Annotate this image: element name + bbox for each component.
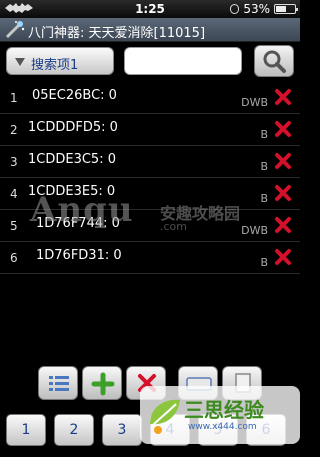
delete-icon[interactable] xyxy=(274,152,292,170)
document-icon xyxy=(235,373,251,393)
row-address-value: 1CDDE3C5: 0 xyxy=(28,152,116,167)
key-4[interactable]: 4 xyxy=(150,414,190,446)
list-icon xyxy=(49,376,69,391)
magic-wand-app-icon xyxy=(5,21,25,39)
row-index: 6 xyxy=(10,251,18,265)
keyboard-button[interactable] xyxy=(178,366,218,400)
row-address-value: 1D76F744: 0 xyxy=(36,216,120,231)
search-button[interactable] xyxy=(254,45,294,77)
row-value-type: B xyxy=(260,192,268,205)
delete-icon[interactable] xyxy=(274,184,292,202)
number-keypad: 1 2 3 4 5 6 xyxy=(0,410,300,457)
row-value-type: B xyxy=(260,128,268,141)
row-value-type: DWB xyxy=(241,224,268,237)
keyboard-icon xyxy=(186,377,212,391)
dropdown-arrow-icon xyxy=(15,58,25,66)
delete-icon[interactable] xyxy=(274,88,292,106)
result-row[interactable]: 1 05EC26BC: 0 DWB xyxy=(0,82,300,114)
row-address-value: 1D76FD31: 0 xyxy=(36,248,122,263)
result-row[interactable]: 5 1D76F744: 0 DWB xyxy=(0,210,300,242)
battery-percent: 53% xyxy=(243,2,270,16)
window-title: 八门神器: 天天爱消除[11015] xyxy=(28,26,206,41)
rotation-lock-icon xyxy=(230,4,240,14)
row-value-type: B xyxy=(260,256,268,269)
result-row[interactable]: 4 1CDDE3E5: 0 B xyxy=(0,178,300,210)
row-value-type: B xyxy=(260,160,268,173)
result-row[interactable]: 2 1CDDDFD5: 0 B xyxy=(0,114,300,146)
search-item-label: 搜索项1 xyxy=(31,58,79,73)
row-address-value: 1CDDE3E5: 0 xyxy=(28,184,116,199)
row-index: 5 xyxy=(10,219,18,233)
row-index: 4 xyxy=(10,187,18,201)
delete-icon[interactable] xyxy=(274,120,292,138)
key-3[interactable]: 3 xyxy=(102,414,142,446)
row-address-value: 05EC26BC: 0 xyxy=(32,88,117,103)
clear-x-icon xyxy=(138,374,156,392)
row-index: 3 xyxy=(10,155,18,169)
key-1[interactable]: 1 xyxy=(6,414,46,446)
add-button[interactable] xyxy=(82,366,122,400)
key-5[interactable]: 5 xyxy=(198,414,238,446)
delete-icon[interactable] xyxy=(274,248,292,266)
clear-button[interactable] xyxy=(126,366,166,400)
key-6[interactable]: 6 xyxy=(246,414,286,446)
delete-icon[interactable] xyxy=(274,216,292,234)
title-bar: 八门神器: 天天爱消除[11015] xyxy=(0,18,300,42)
result-row[interactable]: 3 1CDDE3C5: 0 B xyxy=(0,146,300,178)
magnifier-icon xyxy=(263,50,286,73)
search-value-input[interactable] xyxy=(124,47,242,75)
row-address-value: 1CDDDFD5: 0 xyxy=(28,120,118,135)
search-item-dropdown[interactable]: 搜索项1 xyxy=(6,47,114,75)
row-index: 2 xyxy=(10,123,18,137)
row-value-type: DWB xyxy=(241,96,268,109)
export-button[interactable] xyxy=(222,366,262,400)
status-bar: 1:25 53% xyxy=(0,0,300,18)
toolbar xyxy=(0,362,300,406)
plus-icon xyxy=(91,372,115,396)
key-2[interactable]: 2 xyxy=(54,414,94,446)
list-button[interactable] xyxy=(38,366,78,400)
result-row[interactable]: 6 1D76FD31: 0 B xyxy=(0,242,300,274)
search-row: 搜索项1 xyxy=(0,42,300,82)
row-index: 1 xyxy=(10,91,18,105)
battery-icon xyxy=(274,4,298,14)
